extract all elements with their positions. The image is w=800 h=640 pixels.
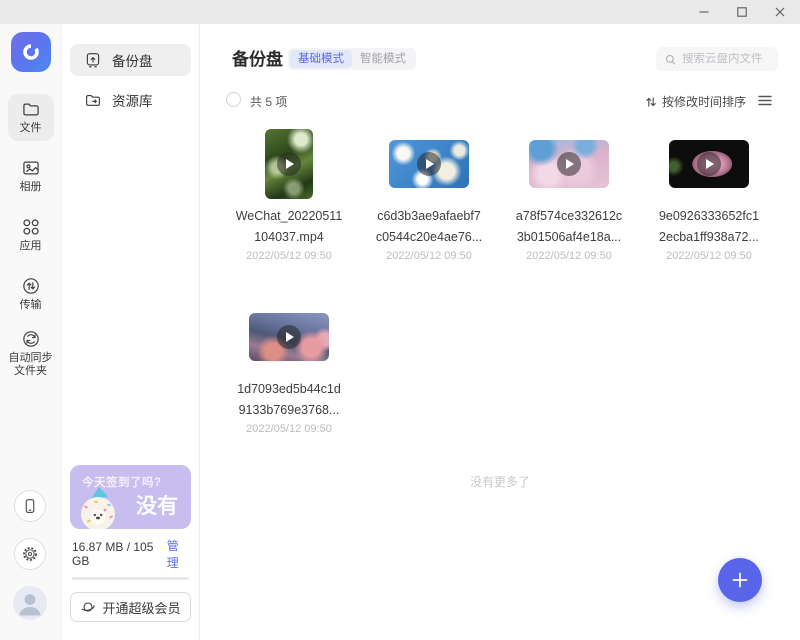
promo-answer: 没有: [136, 490, 178, 520]
sidebar-item-files[interactable]: 文件: [8, 94, 54, 141]
file-name: c6d3b3ae9afaebf7 c0544c20e4ae76...: [376, 206, 482, 248]
file-date: 2022/05/12 09:50: [386, 250, 472, 262]
play-icon: [277, 152, 301, 176]
search-box[interactable]: [656, 47, 778, 71]
list-view-icon: [758, 95, 772, 106]
sort-arrows-icon: [645, 96, 657, 108]
sort-control[interactable]: 按修改时间排序: [645, 93, 746, 110]
user-avatar[interactable]: [13, 586, 47, 620]
page-title: 备份盘: [232, 45, 283, 70]
play-icon: [277, 325, 301, 349]
tab-smart-mode[interactable]: 智能模式: [352, 50, 414, 68]
shared-folder-icon: [84, 91, 102, 109]
storage-usage: 16.87 MB / 105 GB: [72, 540, 167, 568]
weiyun-logo: [11, 32, 51, 72]
file-card[interactable]: c6d3b3ae9afaebf7 c0544c20e4ae76... 2022/…: [359, 128, 499, 262]
video-thumbnail: [389, 140, 469, 188]
nav-ribbon: 文件 相册 应用 传输 自动同步文件夹: [0, 24, 62, 640]
sidebar-item-label: 自动同步文件夹: [8, 352, 54, 378]
play-icon: [557, 152, 581, 176]
sort-label: 按修改时间排序: [662, 93, 746, 110]
sign-in-promo-card[interactable]: 今天签到了吗? 没有: [70, 465, 191, 529]
file-card[interactable]: 1d7093ed5b44c1d 9133b769e3768... 2022/05…: [219, 301, 359, 435]
search-icon: [664, 53, 677, 66]
maximize-icon: [736, 6, 748, 18]
sidebar-item-label: 传输: [8, 299, 54, 312]
tab-basic-mode[interactable]: 基础模式: [290, 50, 352, 68]
plus-icon: [730, 570, 750, 590]
settings-gear-icon: [21, 545, 39, 563]
file-date: 2022/05/12 09:50: [666, 250, 752, 262]
library-item-backup-drive[interactable]: 备份盘: [70, 44, 191, 76]
transfer-icon: [21, 276, 41, 296]
sidebar-item-apps[interactable]: 应用: [8, 212, 54, 259]
file-date: 2022/05/12 09:50: [246, 423, 332, 435]
sidebar-item-label: 文件: [8, 122, 54, 135]
search-input[interactable]: [682, 53, 770, 65]
backup-drive-icon: [84, 51, 102, 69]
file-card[interactable]: 9e0926333652fc1 2ecba1ff938a72... 2022/0…: [639, 128, 779, 262]
file-date: 2022/05/12 09:50: [246, 250, 332, 262]
upgrade-vip-label: 开通超级会员: [102, 598, 180, 617]
play-icon: [417, 152, 441, 176]
super-vip-planet-icon: [80, 599, 96, 615]
no-more-label: 没有更多了: [200, 473, 800, 490]
storage-manage-link[interactable]: 管理: [167, 537, 189, 571]
photo-icon: [21, 158, 41, 178]
upgrade-vip-button[interactable]: 开通超级会员: [70, 592, 191, 622]
file-name: WeChat_20220511 104037.mp4: [236, 206, 343, 248]
minimize-icon: [698, 6, 710, 18]
file-name: 9e0926333652fc1 2ecba1ff938a72...: [659, 206, 759, 248]
sync-icon: [21, 329, 41, 349]
storage-progress-bar: [72, 577, 189, 580]
video-thumbnail: [265, 129, 313, 199]
settings-button[interactable]: [14, 538, 46, 570]
close-button[interactable]: [772, 4, 788, 20]
library-item-label: 备份盘: [112, 50, 153, 70]
close-icon: [774, 6, 786, 18]
library-item-resources[interactable]: 资源库: [70, 84, 191, 116]
apps-icon: [21, 217, 41, 237]
library-sidebar: 备份盘 资源库 今天签到了吗? 没有: [62, 24, 200, 640]
mode-switcher: 基础模式 智能模式: [288, 48, 416, 70]
video-thumbnail: [249, 313, 329, 361]
library-item-label: 资源库: [112, 90, 153, 110]
file-name: 1d7093ed5b44c1d 9133b769e3768...: [237, 379, 341, 421]
play-icon: [697, 152, 721, 176]
folder-icon: [21, 99, 41, 119]
titlebar: [0, 0, 800, 24]
phone-icon: [21, 497, 39, 515]
file-name: a78f574ce332612c 3b01506af4e18a...: [516, 206, 622, 248]
maximize-button[interactable]: [734, 4, 750, 20]
ribbon-bottom-group: [0, 490, 60, 620]
phone-connect-button[interactable]: [14, 490, 46, 522]
file-card[interactable]: WeChat_20220511 104037.mp4 2022/05/12 09…: [219, 128, 359, 262]
file-grid: WeChat_20220511 104037.mp4 2022/05/12 09…: [219, 128, 779, 474]
sidebar-item-transfer[interactable]: 传输: [8, 271, 54, 318]
item-count-label: 共 5 项: [250, 93, 287, 110]
add-file-fab[interactable]: [718, 558, 762, 602]
sidebar-item-label: 应用: [8, 240, 54, 253]
file-date: 2022/05/12 09:50: [526, 250, 612, 262]
sidebar-item-albums[interactable]: 相册: [8, 153, 54, 200]
minimize-button[interactable]: [696, 4, 712, 20]
sidebar-item-label: 相册: [8, 181, 54, 194]
main-content: 备份盘 基础模式 智能模式 共 5 项 按修改时间排序: [200, 24, 800, 640]
library-bottom: 今天签到了吗? 没有 16.87 MB: [70, 465, 191, 622]
app-window: 文件 相册 应用 传输 自动同步文件夹: [0, 0, 800, 640]
file-card[interactable]: a78f574ce332612c 3b01506af4e18a... 2022/…: [499, 128, 639, 262]
video-thumbnail: [669, 140, 749, 188]
video-thumbnail: [529, 140, 609, 188]
view-toggle-button[interactable]: [758, 95, 772, 106]
seal-party-hat-mascot: [74, 485, 128, 529]
select-all-checkbox[interactable]: [226, 92, 241, 107]
sidebar-item-auto-sync[interactable]: 自动同步文件夹: [8, 324, 54, 384]
